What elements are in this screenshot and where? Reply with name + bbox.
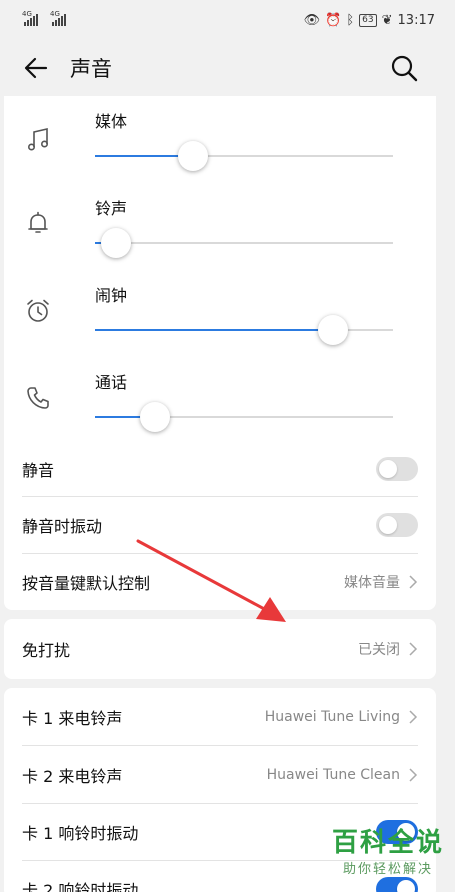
sim1-ringtone-value: Huawei Tune Living bbox=[264, 708, 400, 725]
slider-thumb[interactable] bbox=[101, 228, 131, 258]
mute-vibrate-label: 静音时振动 bbox=[22, 517, 103, 536]
mute-row[interactable]: 静音 bbox=[22, 442, 418, 496]
bluetooth-icon: ᛒ bbox=[346, 12, 355, 28]
mute-vibrate-row[interactable]: 静音时振动 bbox=[22, 497, 418, 553]
volume-label-ringtone: 铃声 bbox=[95, 199, 128, 218]
volume-label-alarm: 闹钟 bbox=[95, 286, 128, 305]
dnd-card: 免打扰 已关闭 bbox=[4, 619, 436, 679]
sim2-ringtone-label: 卡 2 来电铃声 bbox=[22, 766, 123, 786]
sim2-ringtone-row[interactable]: 卡 2 来电铃声 Huawei Tune Clean bbox=[22, 746, 418, 803]
battery-icon: 63 bbox=[359, 13, 377, 27]
leaf-icon: ❦ bbox=[381, 12, 393, 28]
sim1-ringtone-label: 卡 1 来电铃声 bbox=[22, 708, 123, 728]
alarm-status-icon: ⏰ bbox=[325, 12, 342, 28]
clock-time: 13:17 bbox=[397, 12, 435, 28]
slider-thumb[interactable] bbox=[178, 141, 208, 171]
chevron-right-icon bbox=[409, 642, 418, 656]
slider-thumb[interactable] bbox=[140, 402, 170, 432]
volume-row-ringtone: 铃声 bbox=[4, 193, 436, 281]
search-icon[interactable] bbox=[389, 53, 419, 83]
volume-slider-alarm[interactable] bbox=[95, 315, 393, 345]
mute-toggle[interactable] bbox=[376, 457, 418, 481]
mute-label: 静音 bbox=[22, 461, 55, 480]
chevron-right-icon bbox=[409, 709, 418, 724]
page-title: 声音 bbox=[70, 57, 112, 81]
volume-label-call: 通话 bbox=[95, 373, 128, 392]
signal-icon: 4G bbox=[22, 10, 38, 26]
signal-group: 4G 4G bbox=[22, 10, 66, 26]
bell-icon bbox=[28, 211, 48, 233]
watermark-logo: 百科全说 助你轻松解决 bbox=[322, 828, 454, 888]
volume-key-row[interactable]: 按音量键默认控制 媒体音量 bbox=[22, 554, 418, 610]
slider-fill bbox=[95, 329, 333, 331]
slider-thumb[interactable] bbox=[318, 315, 348, 345]
status-bar: 4G 4G 👁 ⏰ ᛒ 63 ❦ 13:17 bbox=[0, 0, 455, 40]
phone-icon bbox=[27, 387, 49, 409]
music-note-icon bbox=[28, 127, 48, 151]
dnd-value: 已关闭 bbox=[358, 642, 400, 658]
app-bar: 声音 bbox=[0, 40, 455, 96]
volume-slider-media[interactable] bbox=[95, 141, 393, 171]
volume-row-media: 媒体 bbox=[4, 106, 436, 194]
sim1-vibrate-label: 卡 1 响铃时振动 bbox=[22, 824, 139, 843]
signal-icon-2: 4G bbox=[50, 10, 66, 26]
alarm-clock-icon bbox=[27, 299, 49, 322]
back-arrow-icon[interactable] bbox=[22, 54, 50, 82]
sim2-ringtone-value: Huawei Tune Clean bbox=[266, 766, 400, 783]
volume-slider-call[interactable] bbox=[95, 402, 393, 432]
volume-slider-ringtone[interactable] bbox=[95, 228, 393, 258]
dnd-row[interactable]: 免打扰 已关闭 bbox=[22, 619, 418, 679]
volume-row-alarm: 闹钟 bbox=[4, 280, 436, 368]
mute-vibrate-toggle[interactable] bbox=[376, 513, 418, 537]
chevron-right-icon bbox=[409, 575, 418, 589]
sound-settings-card: 媒体 铃声 闹钟 通话 静音 静音时振动 按音量键默认控制 媒体音量 bbox=[4, 96, 436, 610]
volume-key-label: 按音量键默认控制 bbox=[22, 574, 151, 593]
sim1-ringtone-row[interactable]: 卡 1 来电铃声 Huawei Tune Living bbox=[22, 688, 418, 745]
volume-label-media: 媒体 bbox=[95, 112, 128, 131]
chevron-right-icon bbox=[409, 767, 418, 782]
watermark-subtitle: 助你轻松解决 bbox=[342, 862, 433, 877]
sim2-vibrate-label: 卡 2 响铃时振动 bbox=[22, 881, 139, 892]
eye-icon: 👁 bbox=[303, 12, 321, 28]
volume-key-value: 媒体音量 bbox=[344, 575, 400, 591]
status-right: 👁 ⏰ ᛒ 63 ❦ 13:17 bbox=[304, 13, 435, 28]
dnd-label: 免打扰 bbox=[22, 641, 71, 660]
watermark-title: 百科全说 bbox=[331, 828, 444, 858]
